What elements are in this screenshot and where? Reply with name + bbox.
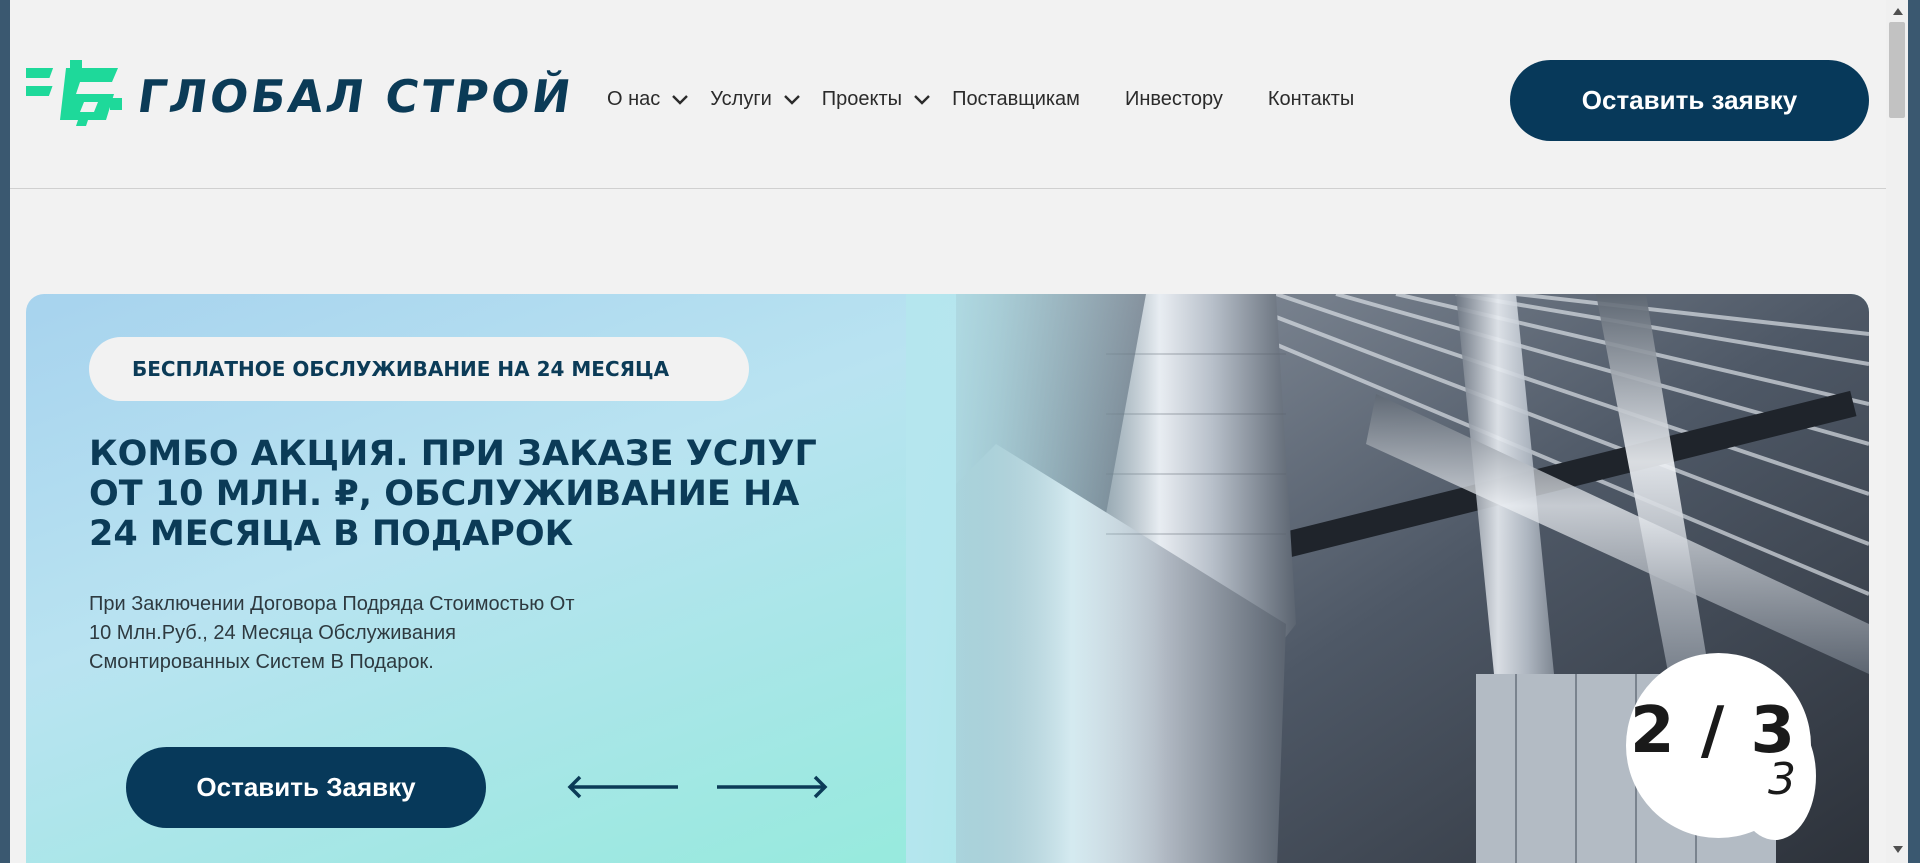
header-divider — [10, 188, 1886, 189]
promo-badge: БЕСПЛАТНОЕ ОБСЛУЖИВАНИЕ НА 24 МЕСЯЦА — [89, 337, 749, 401]
slide-total: 3 — [1768, 754, 1796, 805]
hero-leave-request-button[interactable]: Оставить Заявку — [126, 747, 486, 828]
hero-title: КОМБО АКЦИЯ. ПРИ ЗАКАЗЕ УСЛУГ ОТ 10 МЛН.… — [89, 434, 869, 554]
hero-slider: БЕСПЛАТНОЕ ОБСЛУЖИВАНИЕ НА 24 МЕСЯЦА КОМ… — [26, 294, 1869, 863]
scroll-down-arrow-icon[interactable] — [1893, 846, 1903, 853]
nav-item-label: Инвестору — [1124, 88, 1223, 110]
leave-request-button[interactable]: Оставить заявку — [1510, 60, 1869, 141]
logo-wordmark: ГЛОБАЛ СТРОЙ — [134, 69, 577, 123]
page-scrollbar[interactable] — [1886, 0, 1908, 863]
nav-item-label: Услуги — [710, 88, 772, 110]
chevron-down-icon — [914, 94, 930, 105]
hero-description-line: 10 Млн.Руб., 24 Месяца Обслуживания — [89, 622, 457, 644]
nav-item-projects[interactable]: Проекты — [822, 88, 930, 111]
nav-item-contacts[interactable]: Контакты — [1268, 88, 1354, 111]
hero-title-line: КОМБО АКЦИЯ. ПРИ ЗАКАЗЕ УСЛУГ — [89, 434, 817, 474]
hero-description: При Заключении Договора Подряда Стоимост… — [89, 590, 689, 677]
hero-title-line: 24 МЕСЯЦА В ПОДАРОК — [89, 514, 574, 554]
nav-item-label: Проекты — [821, 88, 903, 110]
arrow-left-icon[interactable] — [566, 770, 681, 804]
chevron-down-icon — [783, 94, 800, 105]
browser-page: ГЛОБАЛ СТРОЙ О нас Услуги Проекты Постав… — [10, 0, 1886, 863]
nav-item-suppliers[interactable]: Поставщикам — [952, 88, 1080, 111]
hero-title-line: ОТ 10 МЛН. ₽, ОБСЛУЖИВАНИЕ НА — [89, 474, 800, 514]
scrollbar-thumb[interactable] — [1889, 22, 1905, 118]
desktop-background — [1908, 0, 1920, 863]
chevron-down-icon — [672, 94, 689, 105]
arrow-right-icon[interactable] — [714, 770, 829, 804]
scroll-up-arrow-icon[interactable] — [1893, 8, 1903, 15]
hero-description-line: Смонтированных Систем В Подарок. — [89, 651, 434, 673]
site-header: ГЛОБАЛ СТРОЙ О нас Услуги Проекты Постав… — [10, 0, 1886, 188]
hero-description-line: При Заключении Договора Подряда Стоимост… — [89, 593, 575, 615]
nav-item-about[interactable]: О нас — [607, 88, 689, 111]
logo-gear-g-icon — [26, 60, 122, 126]
logo-link[interactable]: ГЛОБАЛ СТРОЙ — [26, 60, 577, 132]
hero-image-fade — [906, 294, 1166, 863]
nav-item-services[interactable]: Услуги — [710, 88, 800, 111]
nav-item-label: О нас — [607, 88, 661, 110]
nav-item-label: Поставщикам — [952, 88, 1080, 110]
nav-item-investor[interactable]: Инвестору — [1125, 88, 1223, 111]
nav-item-label: Контакты — [1267, 88, 1355, 110]
main-nav: О нас Услуги Проекты Поставщикам Инвесто… — [607, 88, 1399, 111]
